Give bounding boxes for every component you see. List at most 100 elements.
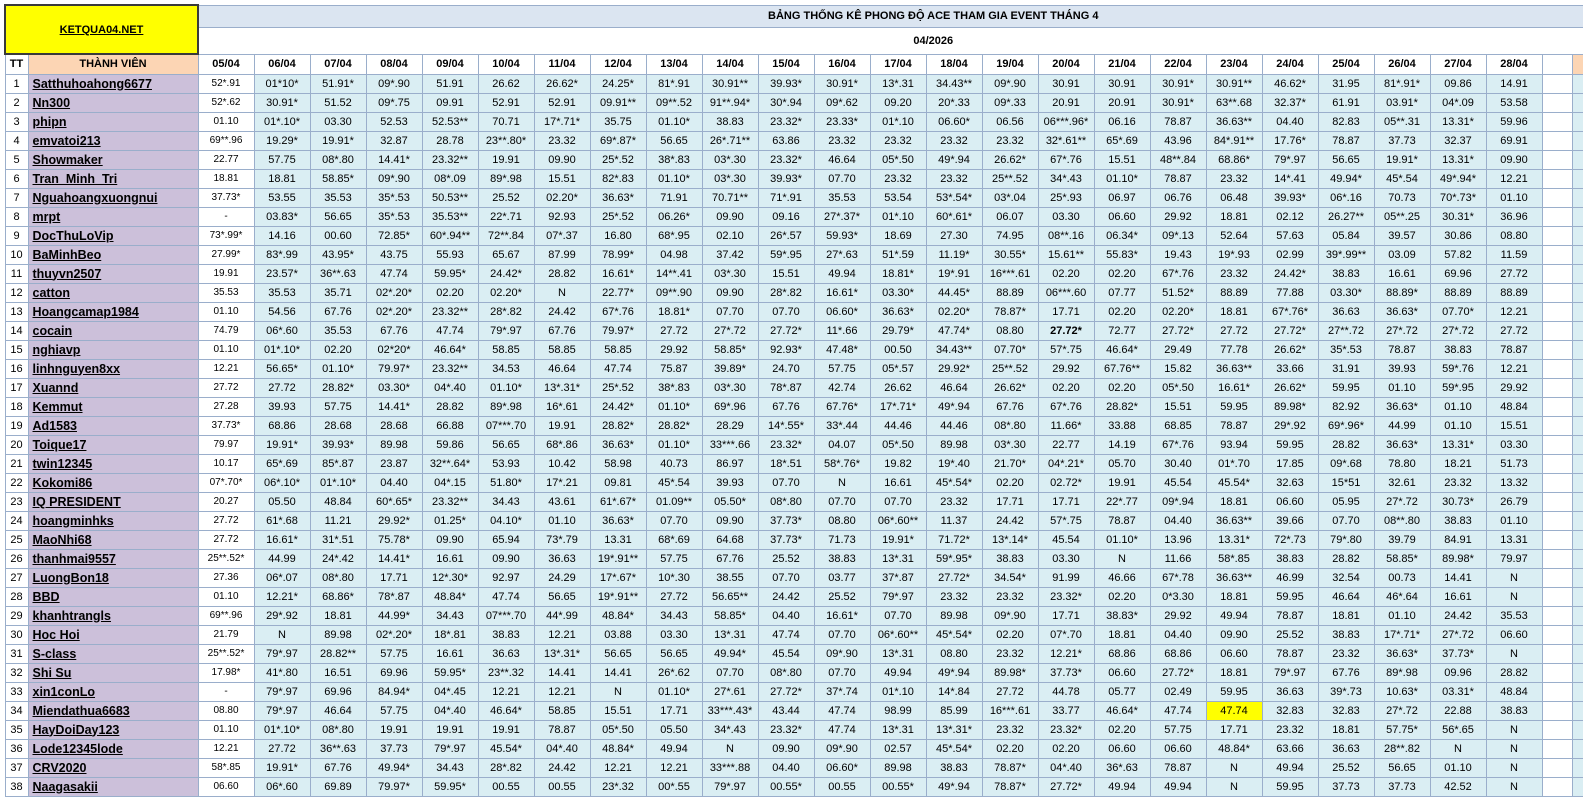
result-cell[interactable]: 17.71 xyxy=(1205,719,1263,740)
result-cell[interactable]: 01.10 xyxy=(1429,415,1487,436)
result-cell[interactable]: 19.91* xyxy=(253,757,311,778)
result-cell[interactable]: 26*.57 xyxy=(757,225,815,246)
result-cell[interactable]: 02.20 xyxy=(1037,377,1095,398)
result-cell[interactable]: 23.32* xyxy=(757,111,815,132)
result-cell[interactable]: N xyxy=(813,472,871,493)
result-cell[interactable]: 27*.72 xyxy=(1373,700,1431,721)
result-cell[interactable]: 16.61 xyxy=(869,472,927,493)
result-cell[interactable]: 58.85* xyxy=(1373,548,1431,569)
result-cell[interactable]: 28.82* xyxy=(309,377,367,398)
result-cell[interactable]: 57.63 xyxy=(1261,225,1319,246)
result-cell[interactable]: - xyxy=(197,681,255,702)
result-cell[interactable]: 16***.61 xyxy=(981,700,1039,721)
result-cell[interactable]: 38.83 xyxy=(1261,548,1319,569)
result-cell[interactable]: 84*.91** xyxy=(1205,130,1263,151)
result-cell[interactable]: 06.60* xyxy=(925,111,983,132)
result-cell[interactable]: 23.32 xyxy=(925,168,983,189)
result-cell[interactable]: 61*.67* xyxy=(589,491,647,512)
result-cell[interactable]: 35.53 xyxy=(813,187,871,208)
result-cell[interactable]: 30.73* xyxy=(1429,491,1487,512)
result-cell[interactable]: 69.96 xyxy=(365,662,423,683)
result-cell[interactable]: 01.10* xyxy=(309,358,367,379)
total-cell[interactable]: 14 xyxy=(1571,491,1583,512)
result-cell[interactable]: 53.58 xyxy=(1485,92,1543,113)
result-cell[interactable]: 56.65 xyxy=(645,130,703,151)
result-cell[interactable]: 30.86 xyxy=(1429,225,1487,246)
result-cell[interactable]: 08*.09 xyxy=(421,168,479,189)
result-cell[interactable]: 03.77 xyxy=(813,567,871,588)
result-cell[interactable]: 37*.87 xyxy=(869,567,927,588)
result-cell[interactable]: 73*.99* xyxy=(197,225,255,246)
result-cell[interactable]: 48.84* xyxy=(1205,738,1263,759)
result-cell[interactable]: 38.83 xyxy=(1317,624,1375,645)
result-cell[interactable]: 09*.90 xyxy=(365,73,423,94)
result-cell[interactable]: 18.81* xyxy=(645,301,703,322)
result-cell[interactable]: 02.20 xyxy=(1093,377,1151,398)
result-cell[interactable]: 06*.16 xyxy=(1317,187,1375,208)
result-cell[interactable]: 26*.71** xyxy=(701,130,759,151)
result-cell[interactable]: 27*.72 xyxy=(1373,320,1431,341)
result-cell[interactable]: 05.50 xyxy=(253,491,311,512)
result-cell[interactable]: 19.91 xyxy=(365,719,423,740)
result-cell[interactable]: 23.33* xyxy=(813,111,871,132)
result-cell[interactable]: 48.84 xyxy=(309,491,367,512)
result-cell[interactable]: 03.09 xyxy=(1373,244,1431,265)
result-cell[interactable]: 58.85 xyxy=(589,339,647,360)
result-cell[interactable]: 56.65 xyxy=(589,643,647,664)
result-cell[interactable]: 72.77 xyxy=(1093,320,1151,341)
result-cell[interactable]: 02.72* xyxy=(1037,472,1095,493)
result-cell[interactable]: 32.54 xyxy=(1317,567,1375,588)
result-cell[interactable]: 04.40 xyxy=(365,472,423,493)
result-cell[interactable]: 07.77 xyxy=(1093,282,1151,303)
result-cell[interactable]: 09.90 xyxy=(533,149,591,170)
result-cell[interactable]: 36.63 xyxy=(1317,301,1375,322)
result-cell[interactable]: 27.72 xyxy=(645,586,703,607)
result-cell[interactable]: 09*.90 xyxy=(365,168,423,189)
result-cell[interactable]: 18.81 xyxy=(1205,586,1263,607)
result-cell[interactable]: 17.98* xyxy=(197,662,255,683)
result-cell[interactable]: 67*.78 xyxy=(1149,567,1207,588)
result-cell[interactable]: 01*.10 xyxy=(869,681,927,702)
result-cell[interactable]: 06.97 xyxy=(1093,187,1151,208)
result-cell[interactable]: 24.70 xyxy=(757,358,815,379)
result-cell[interactable]: 16***.61 xyxy=(981,263,1039,284)
result-cell[interactable]: 65.67 xyxy=(477,244,535,265)
result-cell[interactable]: 27.72* xyxy=(757,681,815,702)
total-cell[interactable]: 18 xyxy=(1571,149,1583,170)
result-cell[interactable]: 36.63** xyxy=(1205,111,1263,132)
result-cell[interactable]: 85.99 xyxy=(925,700,983,721)
result-cell[interactable]: 06.60 xyxy=(1093,206,1151,227)
result-cell[interactable]: 30.91* xyxy=(253,92,311,113)
result-cell[interactable]: N xyxy=(1485,719,1543,740)
result-cell[interactable]: 70.71** xyxy=(701,187,759,208)
result-cell[interactable]: 04*.15 xyxy=(421,472,479,493)
result-cell[interactable]: 79*.97 xyxy=(477,320,535,341)
result-cell[interactable]: 15.51 xyxy=(533,168,591,189)
result-cell[interactable]: 24.42 xyxy=(757,586,815,607)
result-cell[interactable]: 56*.65 xyxy=(1429,719,1487,740)
result-cell[interactable]: 38.83 xyxy=(981,548,1039,569)
member-link[interactable]: Toique17 xyxy=(27,434,199,455)
result-cell[interactable]: 36.63* xyxy=(1373,643,1431,664)
result-cell[interactable]: 45*.54* xyxy=(925,738,983,759)
result-cell[interactable]: 32.83 xyxy=(1317,700,1375,721)
result-cell[interactable]: 29.92 xyxy=(1037,358,1095,379)
member-link[interactable]: Hoc Hoi xyxy=(27,624,199,645)
result-cell[interactable]: 53.54 xyxy=(869,187,927,208)
result-cell[interactable]: 66.88 xyxy=(421,415,479,436)
result-cell[interactable]: 30.91* xyxy=(813,73,871,94)
result-cell[interactable]: 07*.37 xyxy=(533,225,591,246)
total-cell[interactable]: 15 xyxy=(1571,320,1583,341)
result-cell[interactable]: 59.95* xyxy=(421,263,479,284)
result-cell[interactable]: 15.51 xyxy=(757,263,815,284)
result-cell[interactable]: 27.72 xyxy=(197,529,255,550)
result-cell[interactable]: 22.77 xyxy=(1037,434,1095,455)
result-cell[interactable]: 08*.80 xyxy=(309,567,367,588)
result-cell[interactable]: 04*.40 xyxy=(421,700,479,721)
result-cell[interactable]: 28.82 xyxy=(1317,434,1375,455)
result-cell[interactable]: 04*.40 xyxy=(1037,757,1095,778)
member-link[interactable]: Showmaker xyxy=(27,149,199,170)
result-cell[interactable]: 09.86 xyxy=(1429,73,1487,94)
result-cell[interactable]: 52.91 xyxy=(477,92,535,113)
total-cell[interactable]: 14 xyxy=(1571,529,1583,550)
